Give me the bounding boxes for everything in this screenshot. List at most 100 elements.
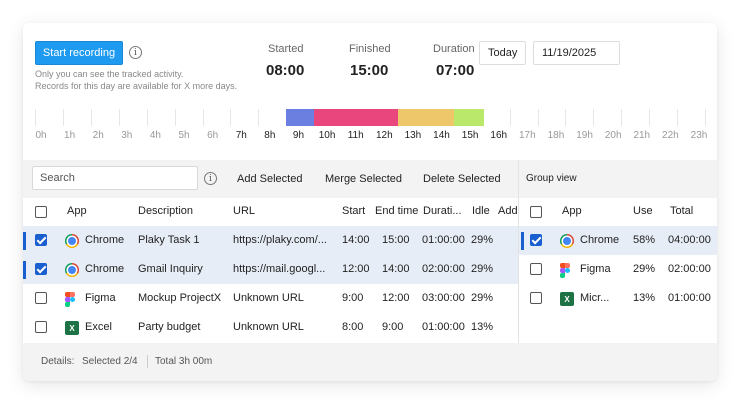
use-cell: 58% xyxy=(633,234,656,246)
hour-label: 13h xyxy=(404,130,422,141)
timeline-tick xyxy=(62,109,64,126)
selected-row-indicator xyxy=(521,232,524,250)
url-cell: https://plaky.com/... xyxy=(233,234,327,246)
timeline-tick xyxy=(35,109,36,126)
selected-count: Selected 2/4 xyxy=(82,356,138,367)
description-cell: Mockup ProjectX xyxy=(138,292,222,304)
url-cell: Unknown URL xyxy=(233,321,304,333)
hour-label: 18h xyxy=(547,130,565,141)
duration-value: 07:00 xyxy=(436,62,475,79)
timeline-tick xyxy=(258,109,260,126)
group-col-total[interactable]: Total xyxy=(670,205,693,217)
col-start[interactable]: Start xyxy=(342,205,365,217)
started-value: 08:00 xyxy=(266,62,305,79)
add-selected-button[interactable]: Add Selected xyxy=(237,173,302,185)
timeline-segment[interactable] xyxy=(286,109,315,126)
timeline-tick xyxy=(705,109,706,126)
selected-row-indicator xyxy=(23,261,26,279)
row-checkbox[interactable] xyxy=(35,292,47,304)
group-select-all-checkbox[interactable] xyxy=(530,206,542,218)
group-col-app[interactable]: App xyxy=(562,205,582,217)
search-info-icon[interactable]: i xyxy=(204,172,217,185)
group-view-label: Group view xyxy=(526,173,577,184)
activity-timeline[interactable] xyxy=(35,109,706,126)
details-footer: Details: Selected 2/4 Total 3h 00m xyxy=(23,343,717,381)
figma-icon xyxy=(560,263,570,278)
end-time-cell: 12:00 xyxy=(382,292,410,304)
finished-value: 15:00 xyxy=(350,62,389,79)
merge-selected-button[interactable]: Merge Selected xyxy=(325,173,402,185)
timeline-tick xyxy=(118,109,120,126)
table-toolbar: Search i Add Selected Merge Selected Del… xyxy=(23,160,717,198)
search-input[interactable]: Search xyxy=(32,166,198,190)
group-row-checkbox[interactable] xyxy=(530,234,542,246)
selected-row-indicator xyxy=(23,232,26,250)
select-all-checkbox[interactable] xyxy=(35,206,47,218)
started-label: Started xyxy=(268,43,304,55)
row-checkbox[interactable] xyxy=(35,321,47,333)
hour-label: 23h xyxy=(690,130,708,141)
hour-label: 2h xyxy=(92,130,104,141)
description-cell: Gmail Inquiry xyxy=(138,263,203,275)
timeline-tick xyxy=(90,109,92,126)
timeline-tick xyxy=(537,109,539,126)
total-time: Total 3h 00m xyxy=(155,356,213,367)
col-duration[interactable]: Durati... xyxy=(423,205,462,217)
duration-cell: 02:00:00 xyxy=(422,263,465,275)
hour-label: 19h xyxy=(576,130,593,141)
date-picker[interactable]: 11/19/2025 xyxy=(533,41,620,65)
use-cell: 13% xyxy=(633,292,656,304)
hour-label: 11h xyxy=(347,130,364,141)
timeline-segment[interactable] xyxy=(397,109,454,126)
hour-label: 0h xyxy=(35,130,47,141)
col-app[interactable]: App xyxy=(67,205,87,217)
timeline-tick xyxy=(509,109,511,126)
col-description[interactable]: Description xyxy=(138,205,193,217)
col-url[interactable]: URL xyxy=(233,205,255,217)
timeline-segment[interactable] xyxy=(453,109,485,126)
hour-label: 20h xyxy=(604,130,622,141)
chrome-icon xyxy=(560,234,574,248)
row-checkbox[interactable] xyxy=(35,234,47,246)
idle-cell: 13% xyxy=(471,321,494,333)
timeline-segment[interactable] xyxy=(314,109,398,126)
delete-selected-button[interactable]: Delete Selected xyxy=(423,173,501,185)
duration-label: Duration xyxy=(433,43,475,55)
end-time-cell: 14:00 xyxy=(382,263,410,275)
row-checkbox[interactable] xyxy=(35,263,47,275)
col-idle[interactable]: Idle xyxy=(472,205,490,217)
start-recording-button[interactable]: Start recording xyxy=(35,41,123,65)
hour-label: 15h xyxy=(461,130,479,141)
timeline-tick xyxy=(677,109,679,126)
description-cell: Plaky Task 1 xyxy=(138,234,200,246)
col-add[interactable]: Add xyxy=(498,205,518,217)
group-app-name: Figma xyxy=(580,263,611,275)
hour-label: 4h xyxy=(149,130,161,141)
duration-cell: 01:00:00 xyxy=(422,234,465,246)
total-cell: 04:00:00 xyxy=(668,234,711,246)
group-col-use[interactable]: Use xyxy=(633,205,653,217)
end-time-cell: 9:00 xyxy=(382,321,404,333)
col-end-time[interactable]: End time xyxy=(375,205,418,217)
excel-icon: X xyxy=(65,321,79,335)
hour-label: 6h xyxy=(207,130,219,141)
use-cell: 29% xyxy=(633,263,656,275)
hour-label: 1h xyxy=(64,130,76,141)
group-row-checkbox[interactable] xyxy=(530,292,542,304)
hour-label: 12h xyxy=(375,130,393,141)
timeline-tick xyxy=(593,109,595,126)
info-icon[interactable]: i xyxy=(129,46,142,59)
today-button[interactable]: Today xyxy=(479,41,527,65)
hour-label: 5h xyxy=(178,130,190,141)
hour-label: 22h xyxy=(662,130,679,141)
url-cell: Unknown URL xyxy=(233,292,304,304)
start-cell: 8:00 xyxy=(342,321,364,333)
group-app-name: Micr... xyxy=(580,292,610,304)
end-time-cell: 15:00 xyxy=(382,234,410,246)
start-cell: 14:00 xyxy=(342,234,370,246)
hour-label: 17h xyxy=(519,130,536,141)
timeline-tick xyxy=(565,109,567,126)
idle-cell: 29% xyxy=(471,263,494,275)
hour-label: 14h xyxy=(433,130,450,141)
group-row-checkbox[interactable] xyxy=(530,263,542,275)
